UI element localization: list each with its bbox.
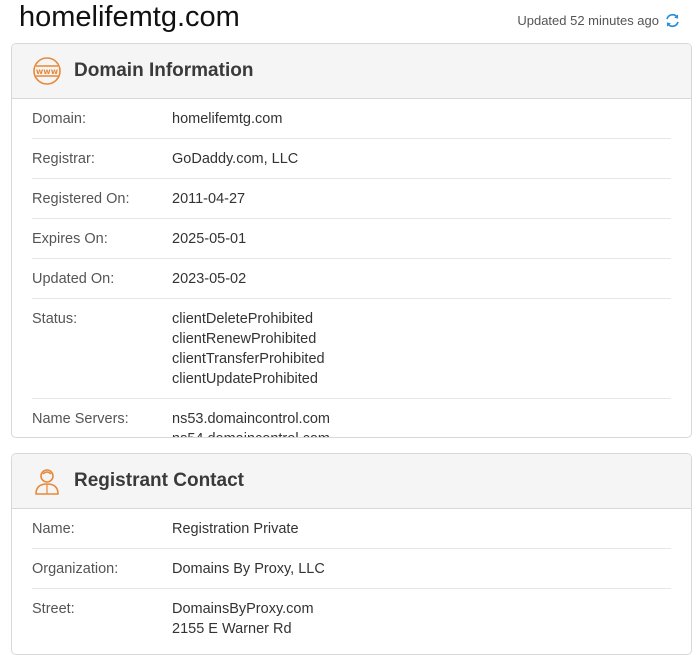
- row-value-line: GoDaddy.com, LLC: [172, 151, 299, 167]
- domain-information-card: www Domain Information Domain: homelifemt…: [11, 43, 692, 438]
- row-label: Name Servers:: [32, 411, 129, 427]
- row-label: Name:: [32, 521, 75, 537]
- info-row: Expires On: 2025-05-01: [32, 219, 671, 259]
- page-title: homelifemtg.com: [19, 1, 240, 33]
- info-row: Name Servers: ns53.domaincontrol.com ns54.…: [32, 399, 671, 437]
- row-value: 2023-05-02: [172, 269, 246, 289]
- row-value-line: clientDeleteProhibited: [172, 311, 314, 327]
- row-value-line: Registration Private: [172, 521, 299, 537]
- info-row: Status: clientDeleteProhibited clientRenew…: [32, 299, 671, 399]
- row-value-line: DomainsByProxy.com: [172, 601, 314, 617]
- row-value: GoDaddy.com, LLC: [172, 149, 298, 169]
- registrant-rows: Name: Registration Private Organization: Do…: [12, 509, 691, 648]
- row-value-line: 2011-04-27: [172, 191, 246, 207]
- row-label: Status:: [32, 311, 78, 327]
- row-label: Organization:: [32, 561, 119, 577]
- row-value: Registration Private: [172, 519, 299, 539]
- row-value-line: clientRenewProhibited: [172, 331, 317, 347]
- row-value-line: clientUpdateProhibited: [172, 371, 318, 387]
- row-value-line: Domains By Proxy, LLC: [172, 561, 325, 577]
- row-value: 2011-04-27: [172, 189, 245, 209]
- row-value: 2025-05-01: [172, 229, 246, 249]
- card-title: Registrant Contact: [74, 470, 244, 491]
- row-label: Updated On:: [32, 271, 115, 287]
- row-value: clientDeleteProhibited clientRenewProhibi…: [172, 309, 325, 389]
- domain-info-rows: Domain: homelifemtg.com Registrar: GoDaddy.…: [12, 99, 691, 437]
- row-label: Domain:: [32, 111, 86, 127]
- row-value-line: ns54.domaincontrol.com: [172, 429, 330, 437]
- info-row: Registrar: GoDaddy.com, LLC: [32, 139, 671, 179]
- registrant-contact-card: Registrant Contact Name: Registration Pri…: [11, 453, 692, 655]
- registrant-contact-header: Registrant Contact: [12, 454, 691, 509]
- row-label: Registrar:: [32, 151, 95, 167]
- page-header: homelifemtg.com Updated 52 minutes ago: [0, 0, 700, 42]
- info-row: Organization: Domains By Proxy, LLC: [32, 549, 671, 589]
- user-icon: [32, 466, 62, 496]
- info-row: Street: DomainsByProxy.com 2155 E Warner R…: [32, 589, 671, 648]
- row-value-line: 2025-05-01: [172, 231, 247, 247]
- row-value: homelifemtg.com: [172, 109, 282, 129]
- row-label: Street:: [32, 601, 75, 617]
- updated-text: Updated 52 minutes ago: [517, 13, 659, 28]
- row-value-line: 2023-05-02: [172, 271, 247, 287]
- www-icon: www: [32, 56, 62, 86]
- row-label: Registered On:: [32, 191, 130, 207]
- info-row: Updated On: 2023-05-02: [32, 259, 671, 299]
- info-row: Domain: homelifemtg.com: [32, 99, 671, 139]
- card-title: Domain Information: [74, 60, 254, 81]
- updated-status: Updated 52 minutes ago: [517, 13, 680, 28]
- info-row: Registered On: 2011-04-27: [32, 179, 671, 219]
- row-value-line: ns53.domaincontrol.com: [172, 411, 330, 427]
- row-value: Domains By Proxy, LLC: [172, 559, 325, 579]
- refresh-icon[interactable]: [665, 13, 680, 28]
- row-value-line: homelifemtg.com: [172, 111, 283, 127]
- row-value: DomainsByProxy.com 2155 E Warner Rd: [172, 599, 314, 639]
- svg-text:www: www: [36, 67, 59, 76]
- row-value-line: clientTransferProhibited: [172, 351, 325, 367]
- row-value: ns53.domaincontrol.com ns54.domaincontrol…: [172, 409, 330, 437]
- row-value-line: 2155 E Warner Rd: [172, 621, 292, 637]
- domain-information-header: www Domain Information: [12, 44, 691, 99]
- row-label: Expires On:: [32, 231, 108, 247]
- info-row: Name: Registration Private: [32, 509, 671, 549]
